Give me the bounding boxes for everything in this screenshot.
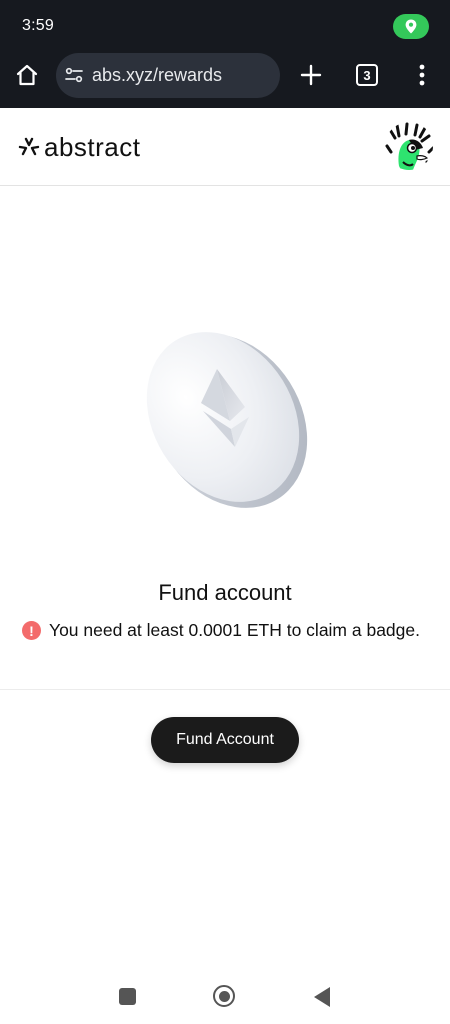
- site-settings-icon[interactable]: [64, 65, 84, 85]
- url-text[interactable]: abs.xyz/rewards: [92, 65, 222, 86]
- site-header: abstract: [0, 108, 450, 186]
- warning-message: ! You need at least 0.0001 ETH to claim …: [22, 620, 442, 641]
- avatar-image: [385, 122, 433, 170]
- new-tab-button[interactable]: [296, 60, 326, 90]
- page-title: Fund account: [158, 580, 292, 605]
- back-button[interactable]: [314, 987, 330, 1007]
- alert-icon: !: [22, 621, 41, 640]
- home-button[interactable]: [12, 60, 42, 90]
- hero-illustration: [0, 230, 450, 550]
- more-vert-icon: [419, 64, 425, 86]
- warning-text: You need at least 0.0001 ETH to claim a …: [49, 620, 420, 640]
- system-nav-bar: [0, 970, 450, 1024]
- section-divider: [0, 689, 450, 690]
- abstract-logo[interactable]: abstract: [18, 134, 141, 160]
- recents-button[interactable]: [119, 988, 136, 1005]
- fund-account-button[interactable]: Fund Account: [151, 717, 299, 763]
- logo-text: abstract: [44, 132, 141, 162]
- plus-icon: [300, 64, 322, 86]
- location-pin-icon: [405, 19, 417, 34]
- abstract-logo-icon: [18, 137, 40, 156]
- address-bar[interactable]: abs.xyz/rewards: [56, 53, 280, 98]
- home-nav-button[interactable]: [213, 985, 235, 1007]
- location-indicator: [393, 14, 429, 39]
- status-time: 3:59: [22, 17, 54, 34]
- ethereum-coin-icon: [146, 332, 308, 508]
- tab-count: 3: [356, 64, 378, 86]
- browser-chrome: 3:59 abs.xyz/rewards 3: [0, 0, 450, 108]
- home-icon: [16, 64, 38, 86]
- tab-switcher-button[interactable]: 3: [356, 64, 378, 86]
- avatar[interactable]: [385, 122, 433, 170]
- overflow-menu-button[interactable]: [412, 60, 432, 90]
